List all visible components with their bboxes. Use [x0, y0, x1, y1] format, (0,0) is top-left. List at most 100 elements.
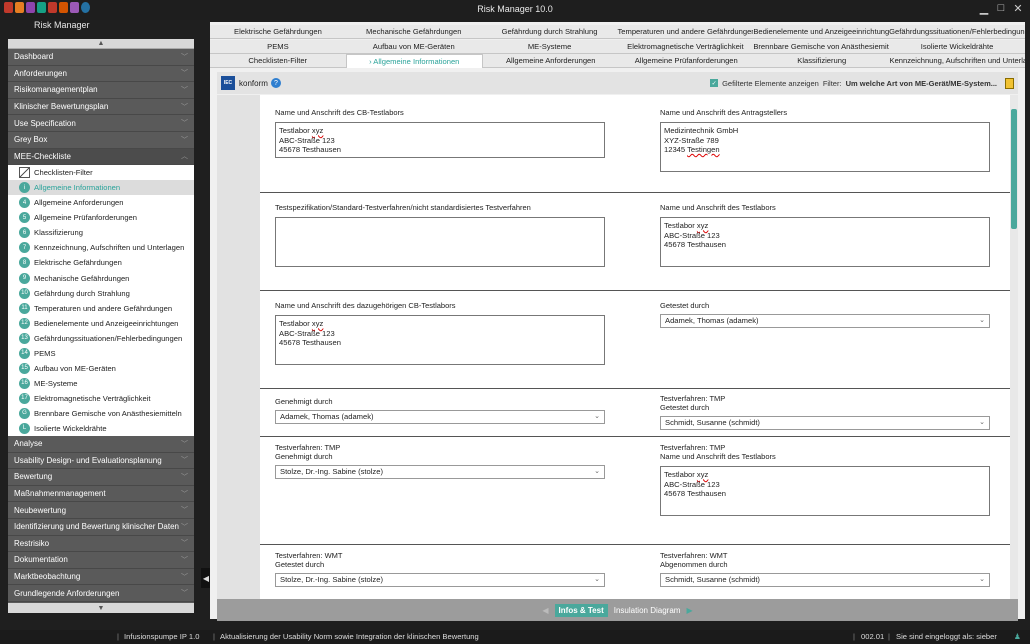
chapter-number-icon: 14 [19, 347, 30, 359]
tab[interactable]: Gefährdungssituationen/Fehlerbedingungen [889, 25, 1025, 39]
sidebar-section[interactable]: MEE-Checkliste ︿ [8, 148, 194, 166]
close-icon[interactable]: ✕ [1010, 2, 1026, 15]
sidebar-section[interactable]: Risikomanagementplan ﹀ [8, 82, 194, 99]
maximize-icon[interactable]: □ [993, 2, 1009, 14]
filter-icon [19, 167, 30, 179]
current-step-button[interactable]: Infos & Test [554, 603, 608, 617]
wmt-tested-by-field: Testverfahren: WMT Getestet durch Stolze… [275, 551, 605, 587]
wmt-tested-by-select[interactable]: Stolze, Dr.-Ing. Sabine (stolze) ⌄ [275, 573, 605, 587]
sidebar-section[interactable]: Use Specification ﹀ [8, 115, 194, 132]
sidebar-item[interactable]: 10 Gefährdung durch Strahlung [8, 286, 194, 301]
tab[interactable]: PEMS [210, 40, 346, 54]
sidebar-section-label: Neubewertung [14, 505, 67, 515]
tested-by-select[interactable]: Adamek, Thomas (adamek) ⌄ [660, 314, 990, 328]
sidebar-item[interactable]: 5 Allgemeine Prüfanforderungen [8, 210, 194, 225]
sidebar-item[interactable]: 16 ME-Systeme [8, 376, 194, 391]
tab[interactable]: Isolierte Wickeldrähte [889, 40, 1025, 54]
next-arrow-icon[interactable]: ▶ [686, 606, 692, 615]
general-information-form: Name und Anschrift des CB-Testlabors Tes… [260, 95, 1010, 599]
tmp-tested-by-select[interactable]: Schmidt, Susanne (schmidt) ⌄ [660, 416, 990, 430]
filter-label: Filter: [822, 78, 842, 88]
sidebar-item-label: Mechanische Gefährdungen [34, 273, 130, 283]
form-row: Testspezifikation/Standard-Testverfahren… [260, 193, 1010, 291]
sidebar-item[interactable]: Checklisten-Filter [8, 165, 194, 180]
tab[interactable]: Elektromagnetische Verträglichkeit [617, 40, 753, 54]
chapter-number-icon: 7 [19, 242, 30, 254]
sidebar-section[interactable]: Dashboard ﹀ [8, 49, 194, 66]
sidebar-item-label: Gefährdungssituationen/Fehlerbedingungen [34, 333, 183, 343]
tab[interactable]: Gefährdung durch Strahlung [482, 25, 618, 39]
tab[interactable]: Elektrische Gefährdungen [210, 25, 346, 39]
sidebar-item[interactable]: 4 Allgemeine Anforderungen [8, 195, 194, 210]
form-row: Genehmigt durch Adamek, Thomas (adamek) ⌄… [260, 389, 1010, 437]
sidebar-scroll-up-icon[interactable]: ▲ [8, 39, 194, 49]
previous-arrow-icon[interactable]: ◀ [542, 606, 548, 615]
approved-by-select[interactable]: Adamek, Thomas (adamek) ⌄ [275, 410, 605, 424]
next-step-link[interactable]: Insulation Diagram [614, 606, 681, 615]
sidebar-section-label: Anforderungen [14, 68, 67, 78]
sidebar-section[interactable]: Maßnahmenmanagement ﹀ [8, 485, 194, 503]
sidebar-section[interactable]: Usability Design- und Evaluationsplanung… [8, 452, 194, 470]
sidebar-item[interactable]: 17 Elektromagnetische Verträglichkeit [8, 391, 194, 406]
sidebar-item[interactable]: 8 Elektrische Gefährdungen [8, 255, 194, 270]
sidebar-item[interactable]: 11 Temperaturen und andere Gefährdungen [8, 301, 194, 316]
help-icon[interactable]: ? [270, 78, 281, 88]
sidebar-scroll-down-icon[interactable]: ▼ [8, 603, 194, 613]
sidebar-section[interactable]: Neubewertung ﹀ [8, 502, 194, 519]
form-scrollbar[interactable] [1010, 95, 1018, 599]
sidebar-item[interactable]: G Brennbare Gemische von Anästhesiemittel… [8, 406, 194, 421]
tab[interactable]: Checklisten-Filter [210, 54, 346, 68]
sidebar-section[interactable]: Dokumentation ﹀ [8, 552, 194, 569]
sidebar-section[interactable]: Marktbeobachtung ﹀ [8, 568, 194, 586]
sidebar-item[interactable]: 14 PEMS [8, 346, 194, 361]
chevron-down-icon: ﹀ [181, 590, 188, 598]
sidebar-item[interactable]: 9 Mechanische Gefährdungen [8, 270, 194, 285]
related-cb-testlab-textarea[interactable]: Testlabor xyz ABC-Straße 123 45678 Testh… [275, 315, 605, 365]
applicant-textarea[interactable]: Medizintechnik GmbH XYZ-Straße 789 12345… [660, 122, 990, 172]
scrollbar-thumb[interactable] [1011, 109, 1017, 229]
sidebar-section[interactable]: Bewertung ﹀ [8, 469, 194, 486]
sidebar-section[interactable]: Anforderungen ﹀ [8, 65, 194, 83]
tab[interactable]: Allgemeine Anforderungen [483, 54, 619, 68]
sidebar-item[interactable]: L Isolierte Wickeldrähte [8, 421, 194, 436]
minimize-icon[interactable]: ▁ [976, 2, 992, 15]
tab[interactable]: Temperaturen und andere Gefährdungen [617, 25, 753, 39]
sidebar-section[interactable]: Klinischer Bewertungsplan ﹀ [8, 98, 194, 116]
sidebar-section[interactable]: Analyse ﹀ [8, 436, 194, 453]
tab[interactable]: Mechanische Gefährdungen [346, 25, 482, 39]
sidebar-section[interactable]: Identifizierung und Bewertung klinischer… [8, 518, 194, 536]
status-login: Sie sind eingeloggt als: sieber [896, 632, 997, 641]
sidebar-item-label: Elektrische Gefährdungen [34, 258, 122, 268]
sidebar-item[interactable]: 13 Gefährdungssituationen/Fehlerbedingung… [8, 331, 194, 346]
tmp-approved-by-select[interactable]: Stolze, Dr.-Ing. Sabine (stolze) ⌄ [275, 465, 605, 479]
sidebar-item[interactable]: 12 Bedienelemente und Anzeigeeinrichtunge… [8, 316, 194, 331]
show-filtered-checkbox[interactable]: ✓ [710, 79, 719, 87]
tab[interactable]: Bedienelemente und Anzeigeeinrichtungen [753, 25, 889, 39]
sidebar-section-label: Use Specification [14, 118, 76, 128]
cb-testlab-textarea[interactable]: Testlabor xyz ABC-Straße 123 45678 Testh… [275, 122, 605, 158]
wmt-accepted-by-select[interactable]: Schmidt, Susanne (schmidt) ⌄ [660, 573, 990, 587]
sidebar-item[interactable]: 7 Kennzeichnung, Aufschriften und Unterla… [8, 240, 194, 255]
form-row: Testverfahren: TMP Genehmigt durch Stolz… [260, 437, 1010, 545]
tab[interactable]: › Allgemeine Informationen [345, 53, 483, 68]
test-specification-textarea[interactable] [275, 217, 605, 267]
user-icon[interactable]: ♟ [1014, 630, 1021, 644]
filter-icon[interactable] [1005, 77, 1014, 89]
test-specification-field: Testspezifikation/Standard-Testverfahren… [275, 203, 605, 267]
sidebar-item[interactable]: 6 Klassifizierung [8, 225, 194, 240]
sidebar-item[interactable]: i Allgemeine Informationen [8, 180, 194, 196]
sidebar-section[interactable]: Restrisiko ﹀ [8, 535, 194, 553]
chapter-number-icon: 10 [19, 287, 30, 299]
sidebar-section[interactable]: Grey Box ﹀ [8, 131, 194, 149]
sidebar-section[interactable]: Grundlegende Anforderungen ﹀ [8, 585, 194, 602]
sidebar-item[interactable]: 15 Aufbau von ME-Geräten [8, 361, 194, 376]
form-row: Testverfahren: WMT Getestet durch Stolze… [260, 545, 1010, 599]
tab[interactable]: Brennbare Gemische von Anästhesiemitteln [753, 40, 889, 54]
tmp-testlab-textarea[interactable]: Testlabor xyz ABC-Straße 123 45678 Testh… [660, 466, 990, 516]
testlab-textarea[interactable]: Testlabor xyz ABC-Straße 123 45678 Testh… [660, 217, 990, 267]
tab[interactable]: Allgemeine Prüfanforderungen [619, 54, 755, 68]
tab[interactable]: ME-Systeme [482, 40, 618, 54]
tab[interactable]: Kennzeichnung, Aufschriften und Unterlag… [890, 54, 1026, 68]
tab[interactable]: Aufbau von ME-Geräten [346, 40, 482, 54]
tab[interactable]: Klassifizierung [754, 54, 890, 68]
